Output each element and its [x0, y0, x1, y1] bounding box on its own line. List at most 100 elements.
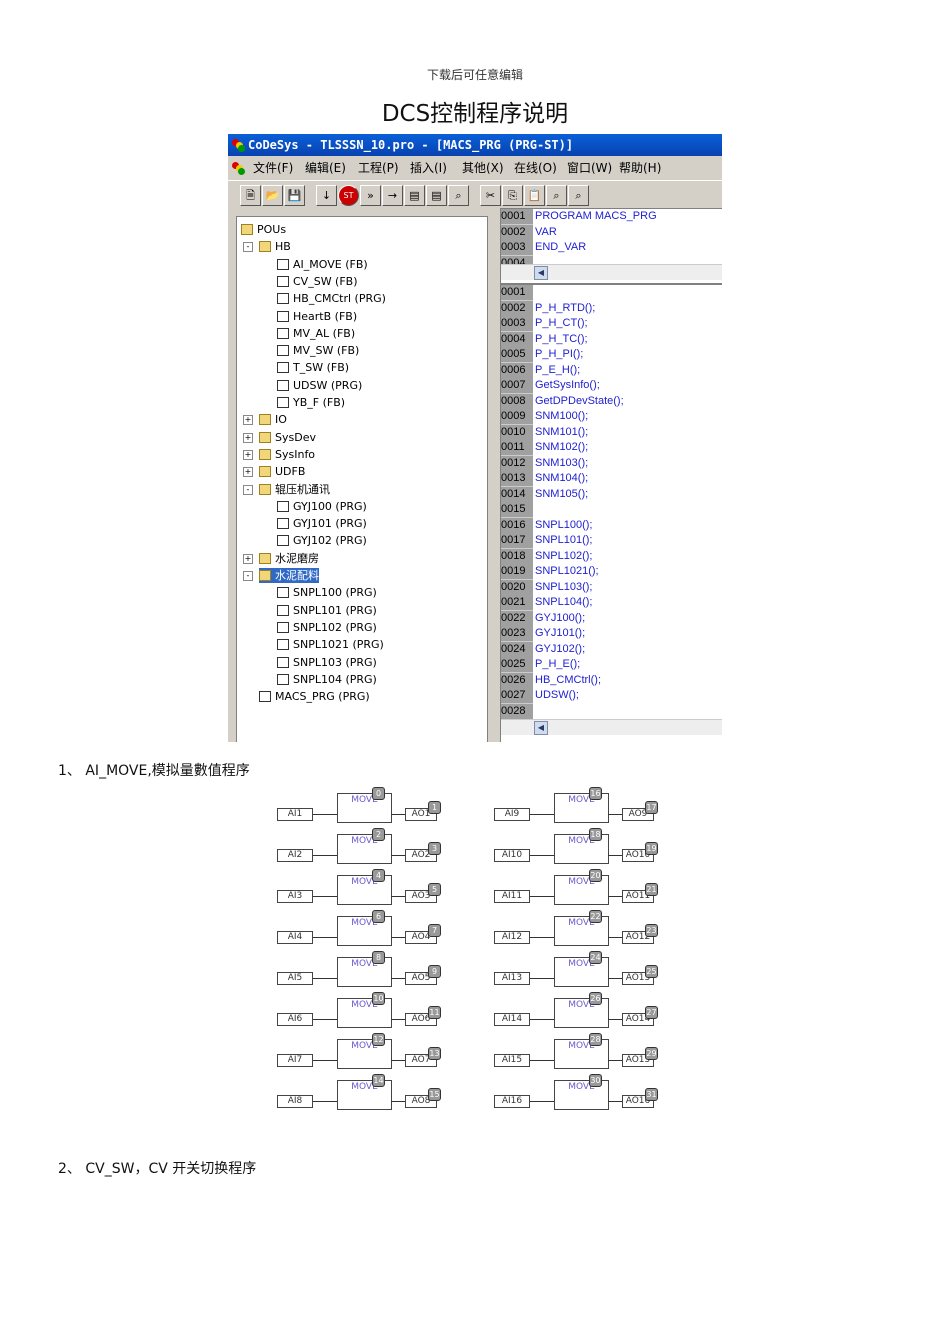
code-line[interactable]: P_E_H(); [535, 363, 580, 378]
code-line[interactable]: GYJ100(); [535, 611, 585, 626]
tree-item[interactable]: 辊压机通讯 [259, 482, 330, 497]
input-variable[interactable]: AI1 [277, 808, 313, 821]
find-next-icon[interactable]: ⌕ [568, 185, 589, 206]
paste-icon[interactable]: 📋 [524, 185, 545, 206]
expander-plus-icon[interactable]: + [243, 467, 253, 478]
tree-item[interactable]: SNPL104 (PRG) [277, 672, 377, 687]
code-line[interactable]: SNPL103(); [535, 580, 592, 595]
tree-item[interactable]: SNPL101 (PRG) [277, 603, 377, 618]
tree-item[interactable]: POUs [241, 222, 286, 237]
input-variable[interactable]: AI7 [277, 1054, 313, 1067]
input-variable[interactable]: AI8 [277, 1095, 313, 1108]
code-line[interactable]: SNPL101(); [535, 533, 592, 548]
tree-item[interactable]: 水泥配料 [259, 568, 319, 583]
horizontal-scrollbar[interactable]: ◀ [501, 264, 722, 280]
pou-tree[interactable]: POUs - HB AI_MOVE (FB) CV_SW (FB) HB_CMCtrl (… [236, 216, 488, 742]
input-variable[interactable]: AI10 [494, 849, 530, 862]
code-line[interactable]: UDSW(); [535, 688, 579, 703]
tree-item[interactable]: SysInfo [259, 447, 315, 462]
tree-item[interactable]: GYJ102 (PRG) [277, 533, 367, 548]
code-line[interactable]: SNM105(); [535, 487, 588, 502]
menu-6[interactable]: 窗口(W) [567, 157, 612, 179]
tree-item[interactable]: MACS_PRG (PRG) [259, 689, 370, 704]
code-line[interactable]: SNM102(); [535, 440, 588, 455]
menu-4[interactable]: 其他(X) [462, 157, 504, 179]
new-icon[interactable]: 🗎 [240, 185, 261, 206]
scroll-left-arrow-icon[interactable]: ◀ [534, 266, 548, 280]
input-variable[interactable]: AI13 [494, 972, 530, 985]
find2-icon[interactable]: ⌕ [546, 185, 567, 206]
menu-5[interactable]: 在线(O) [514, 157, 557, 179]
tree-item[interactable]: SNPL103 (PRG) [277, 655, 377, 670]
cut-icon[interactable]: ✂ [480, 185, 501, 206]
input-variable[interactable]: AI3 [277, 890, 313, 903]
code-line[interactable]: SNPL104(); [535, 595, 592, 610]
code-line[interactable]: SNPL102(); [535, 549, 592, 564]
input-variable[interactable]: AI9 [494, 808, 530, 821]
open-icon[interactable]: 📂 [262, 185, 283, 206]
menu-3[interactable]: 插入(I) [410, 157, 447, 179]
expander-minus-icon[interactable]: - [243, 571, 253, 581]
input-variable[interactable]: AI2 [277, 849, 313, 862]
code-line[interactable]: SNM104(); [535, 471, 588, 486]
code-line[interactable]: GetSysInfo(); [535, 378, 600, 393]
tree-item[interactable]: SNPL100 (PRG) [277, 585, 377, 600]
declaration-editor[interactable]: 0001 PROGRAM MACS_PRG 0002 VAR 0003 END_VAR 00… [500, 208, 722, 284]
tree-item[interactable]: CV_SW (FB) [277, 274, 358, 289]
stop-icon[interactable]: ST [338, 185, 359, 206]
tree-item[interactable]: AI_MOVE (FB) [277, 257, 368, 272]
input-variable[interactable]: AI12 [494, 931, 530, 944]
code-line[interactable]: SNM101(); [535, 425, 588, 440]
expander-plus-icon[interactable]: + [243, 553, 253, 564]
menu-2[interactable]: 工程(P) [358, 157, 399, 179]
body-editor[interactable]: 0001 0002 P_H_RTD(); 0003 P_H_CT(); 0004 P_H_T… [500, 284, 722, 742]
code-line[interactable]: P_H_RTD(); [535, 301, 595, 316]
code-line[interactable]: SNPL1021(); [535, 564, 599, 579]
tree-item[interactable]: 水泥磨房 [259, 551, 319, 566]
code-line[interactable]: GYJ101(); [535, 626, 585, 641]
input-variable[interactable]: AI6 [277, 1013, 313, 1026]
menu-0[interactable]: 文件(F) [253, 157, 293, 179]
tree-item[interactable]: UDFB [259, 464, 305, 479]
code-line[interactable]: SNM100(); [535, 409, 588, 424]
step-icon[interactable]: ↓ [316, 185, 337, 206]
horizontal-scrollbar[interactable]: ◀ [501, 719, 722, 735]
tree-item[interactable]: SysDev [259, 430, 316, 445]
code-line[interactable]: P_H_TC(); [535, 332, 588, 347]
input-variable[interactable]: AI4 [277, 931, 313, 944]
tree-item[interactable]: SNPL1021 (PRG) [277, 637, 384, 652]
tree-item[interactable]: HB_CMCtrl (PRG) [277, 291, 386, 306]
input-variable[interactable]: AI15 [494, 1054, 530, 1067]
tree-item[interactable]: SNPL102 (PRG) [277, 620, 377, 635]
tree-item[interactable]: YB_F (FB) [277, 395, 345, 410]
tree-item[interactable]: MV_AL (FB) [277, 326, 355, 341]
tree-item[interactable]: MV_SW (FB) [277, 343, 359, 358]
logout-icon[interactable]: ▤ [426, 185, 447, 206]
code-line[interactable]: SNM103(); [535, 456, 588, 471]
tree-item[interactable]: GYJ101 (PRG) [277, 516, 367, 531]
code-line[interactable]: SNPL100(); [535, 518, 592, 533]
code-line[interactable]: P_H_E(); [535, 657, 580, 672]
tree-item[interactable]: GYJ100 (PRG) [277, 499, 367, 514]
menu-7[interactable]: 帮助(H) [619, 157, 661, 179]
copy-icon[interactable]: ⎘ [502, 185, 523, 206]
scroll-left-arrow-icon[interactable]: ◀ [534, 721, 548, 735]
expander-plus-icon[interactable]: + [243, 432, 253, 443]
run-icon[interactable]: » [360, 185, 381, 206]
input-variable[interactable]: AI14 [494, 1013, 530, 1026]
tree-item[interactable]: IO [259, 412, 287, 427]
code-line[interactable]: HB_CMCtrl(); [535, 673, 601, 688]
app-menu-icon[interactable] [232, 162, 245, 175]
menu-1[interactable]: 编辑(E) [305, 157, 346, 179]
code-line[interactable]: P_H_PI(); [535, 347, 583, 362]
login-icon[interactable]: ▤ [404, 185, 425, 206]
input-variable[interactable]: AI5 [277, 972, 313, 985]
input-variable[interactable]: AI11 [494, 890, 530, 903]
code-line[interactable]: PROGRAM MACS_PRG [535, 209, 657, 224]
tree-item[interactable]: UDSW (PRG) [277, 378, 362, 393]
splitter[interactable] [492, 208, 500, 742]
expander-plus-icon[interactable]: + [243, 449, 253, 460]
find-icon[interactable]: ⌕ [448, 185, 469, 206]
code-line[interactable]: P_H_CT(); [535, 316, 588, 331]
tree-item[interactable]: T_SW (FB) [277, 360, 349, 375]
